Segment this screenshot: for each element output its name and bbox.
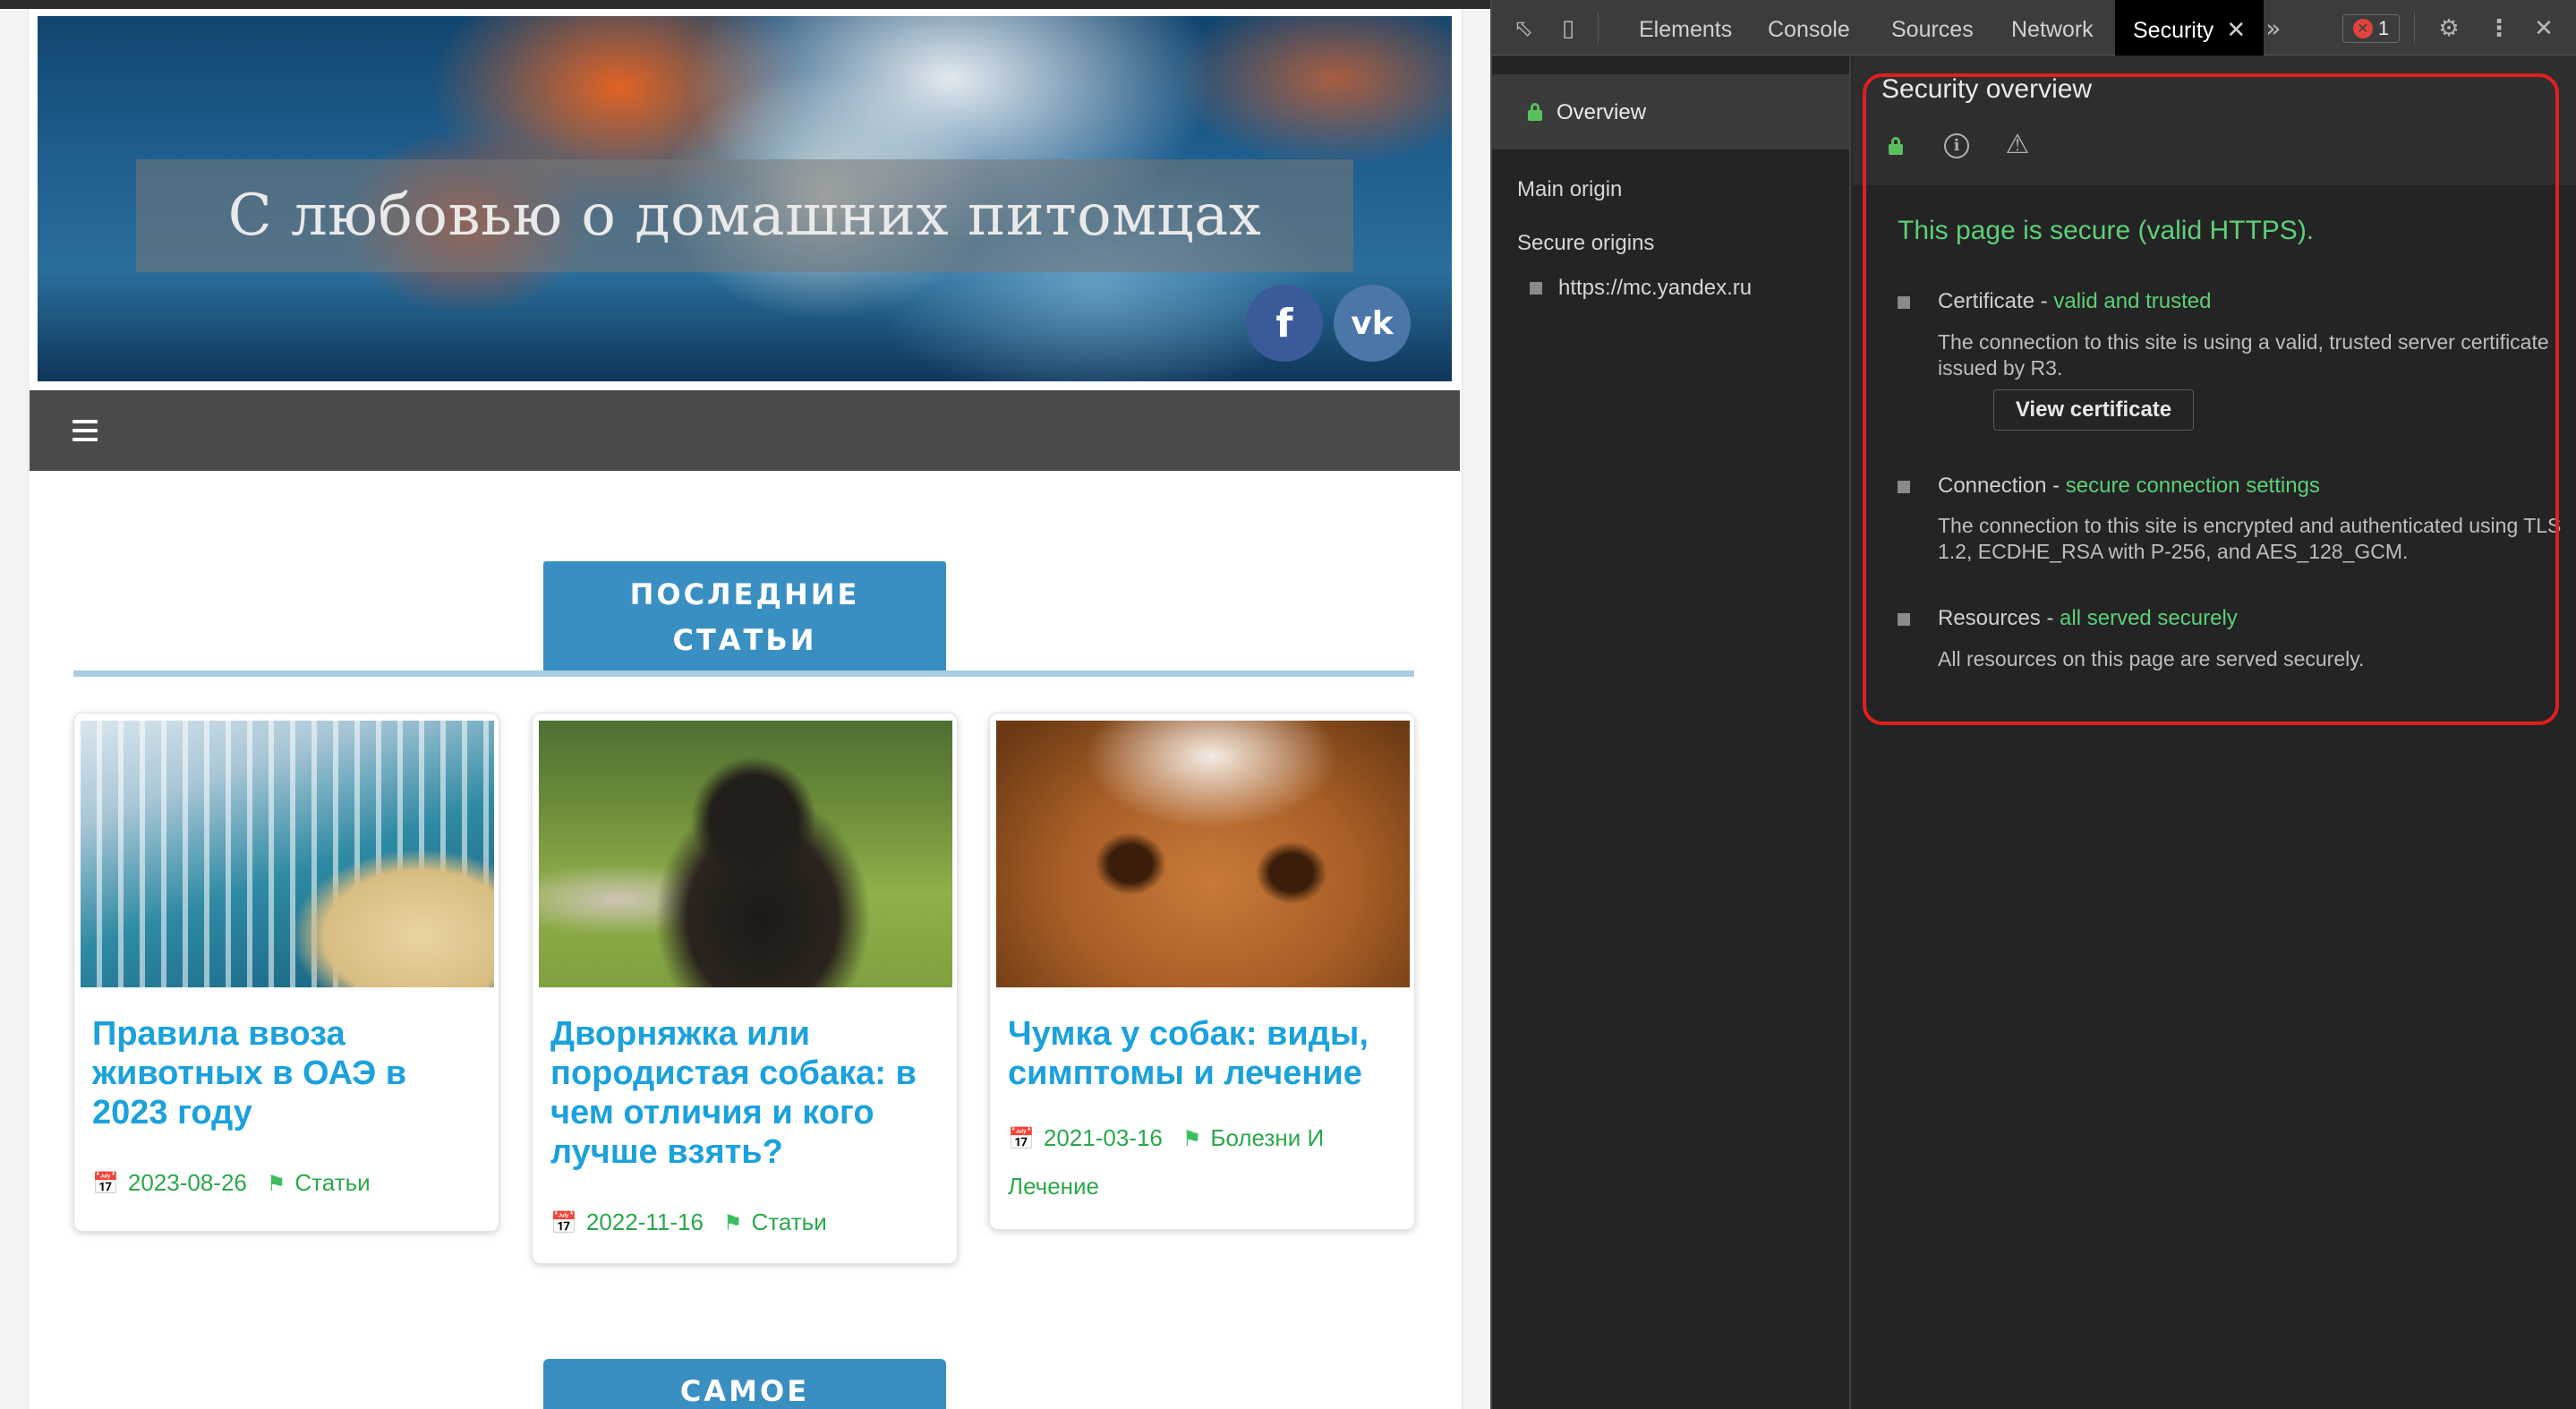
tab-console[interactable]: Console <box>1768 0 1850 56</box>
certificate-description: The connection to this site is using a v… <box>1938 330 2549 380</box>
resources-description: All resources on this page are served se… <box>1938 647 2365 670</box>
article-category[interactable]: Статьи <box>751 1208 826 1235</box>
article-date[interactable]: 2023-08-26 <box>128 1169 247 1196</box>
site-title[interactable]: С любовью о домашних питомцах <box>136 159 1353 272</box>
article-meta: 📅 2023-08-26 ⚑ Статьи <box>92 1159 486 1208</box>
vk-icon[interactable]: vk <box>1334 285 1411 362</box>
section-heading-popular: САМОЕ <box>543 1359 946 1409</box>
page-margin-left <box>0 9 29 1409</box>
main-navigation <box>30 390 1460 471</box>
close-tab-icon[interactable]: ✕ <box>2226 0 2246 59</box>
error-counter[interactable]: ✕ 1 <box>2342 14 2400 43</box>
article-image-beagle[interactable] <box>996 721 1410 987</box>
devtools-panel: ⬁ ▯ Elements Console Sources Network Sec… <box>1490 0 2576 1409</box>
security-overview-title: Security overview <box>1881 74 2093 104</box>
article-title[interactable]: Чумка у собак: виды, симптомы и лечение <box>1008 1014 1402 1093</box>
certificate-bullet <box>1898 296 1910 309</box>
tab-network[interactable]: Network <box>2011 0 2094 56</box>
article-image-city[interactable] <box>81 721 494 987</box>
tab-elements[interactable]: Elements <box>1639 0 1732 56</box>
connection-status: secure connection settings <box>2065 474 2320 498</box>
error-icon: ✕ <box>2352 19 2373 38</box>
origin-square-icon <box>1530 282 1542 295</box>
resources-status: all served securely <box>2060 606 2238 630</box>
menu-icon[interactable] <box>73 418 98 443</box>
settings-gear-icon[interactable]: ⚙ <box>2435 15 2462 42</box>
devtools-toolbar: ⬁ ▯ Elements Console Sources Network Sec… <box>1492 0 2576 56</box>
toolbar-divider <box>1598 13 1599 43</box>
connection-description: The connection to this site is encrypted… <box>1938 514 2562 563</box>
tab-security[interactable]: Security ✕ <box>2115 0 2265 59</box>
error-count: 1 <box>2377 17 2390 39</box>
section-heading-latest: ПОСЛЕДНИЕ СТАТЬИ <box>543 561 946 672</box>
more-options-icon[interactable]: ⋮ <box>2486 15 2512 42</box>
resources-heading: Resources - all served securely <box>1938 606 2238 630</box>
inspect-element-icon[interactable]: ⬁ <box>1510 15 1537 42</box>
security-sidebar: Overview Main origin Secure origins http… <box>1492 56 1851 1409</box>
certificate-status: valid and trusted <box>2053 289 2212 313</box>
website-viewport: С любовью о домашних питомцах f vk ПОСЛЕ… <box>0 0 1490 1409</box>
section-heading-line-1: ПОСЛЕДНИЕ <box>629 577 860 611</box>
sidebar-main-origin[interactable]: Main origin <box>1517 177 1622 202</box>
article-meta: 📅 2022-11-16 ⚑ Статьи <box>550 1199 944 1247</box>
resources-bullet <box>1898 613 1910 626</box>
sidebar-overview-label: Overview <box>1557 100 1647 124</box>
security-overview-header: Security overview i ⚠ <box>1853 56 2576 185</box>
sidebar-origin-item[interactable]: https://mc.yandex.ru <box>1558 276 1752 301</box>
sidebar-secure-origins: Secure origins <box>1517 231 1655 255</box>
info-icon: i <box>1944 133 1969 158</box>
lock-icon <box>1528 103 1542 121</box>
toolbar-divider <box>2414 13 2415 43</box>
connection-bullet <box>1898 481 1910 493</box>
calendar-icon: 📅 <box>1008 1127 1035 1151</box>
tags-icon: ⚑ <box>266 1172 286 1196</box>
device-toolbar-icon[interactable]: ▯ <box>1555 15 1582 42</box>
certificate-heading: Certificate - valid and trusted <box>1938 289 2212 313</box>
secure-lock-icon <box>1889 137 1903 155</box>
section-heading-line-2: СТАТЬИ <box>672 623 817 657</box>
article-card[interactable]: Чумка у собак: виды, симптомы и лечение … <box>989 713 1415 1230</box>
site-title-box: С любовью о домашних питомцах <box>136 159 1353 272</box>
warning-icon: ⚠ <box>2005 129 2030 160</box>
tags-icon: ⚑ <box>722 1211 743 1235</box>
calendar-icon: 📅 <box>92 1172 119 1196</box>
article-card[interactable]: Правила ввоза животных в ОАЭ в 2023 году… <box>73 713 499 1232</box>
article-date[interactable]: 2022-11-16 <box>586 1208 704 1235</box>
tab-sources[interactable]: Sources <box>1891 0 1974 56</box>
browser-top-edge <box>0 0 1490 9</box>
connection-heading: Connection - secure connection settings <box>1938 474 2320 498</box>
tags-icon: ⚑ <box>1181 1127 1202 1151</box>
article-category[interactable]: Статьи <box>294 1169 370 1196</box>
article-card[interactable]: Дворняжка или породистая собака: в чем о… <box>532 713 958 1264</box>
view-certificate-button[interactable]: View certificate <box>1993 389 2194 431</box>
page-margin-right <box>1462 9 1490 1409</box>
close-devtools-icon[interactable]: ✕ <box>2530 15 2557 42</box>
security-overview-panel: Security overview i ⚠ This page is secur… <box>1853 56 2576 1409</box>
header-banner: С любовью о домашних питомцах f vk <box>38 16 1452 381</box>
calendar-icon: 📅 <box>550 1211 577 1235</box>
article-title[interactable]: Правила ввоза животных в ОАЭ в 2023 году <box>92 1014 486 1132</box>
security-summary: This page is secure (valid HTTPS). <box>1898 216 2315 245</box>
article-date[interactable]: 2021-03-16 <box>1044 1124 1163 1151</box>
section-divider <box>73 670 1414 677</box>
article-meta: 📅 2021-03-16 ⚑ Болезни И Лечение <box>1008 1114 1402 1209</box>
facebook-icon[interactable]: f <box>1246 285 1323 362</box>
tab-security-label: Security <box>2133 18 2214 43</box>
sidebar-item-overview[interactable]: Overview <box>1492 74 1849 149</box>
article-image-dog[interactable] <box>539 721 952 987</box>
article-title[interactable]: Дворняжка или породистая собака: в чем о… <box>550 1014 944 1172</box>
more-tabs-icon[interactable]: » <box>2260 15 2287 42</box>
